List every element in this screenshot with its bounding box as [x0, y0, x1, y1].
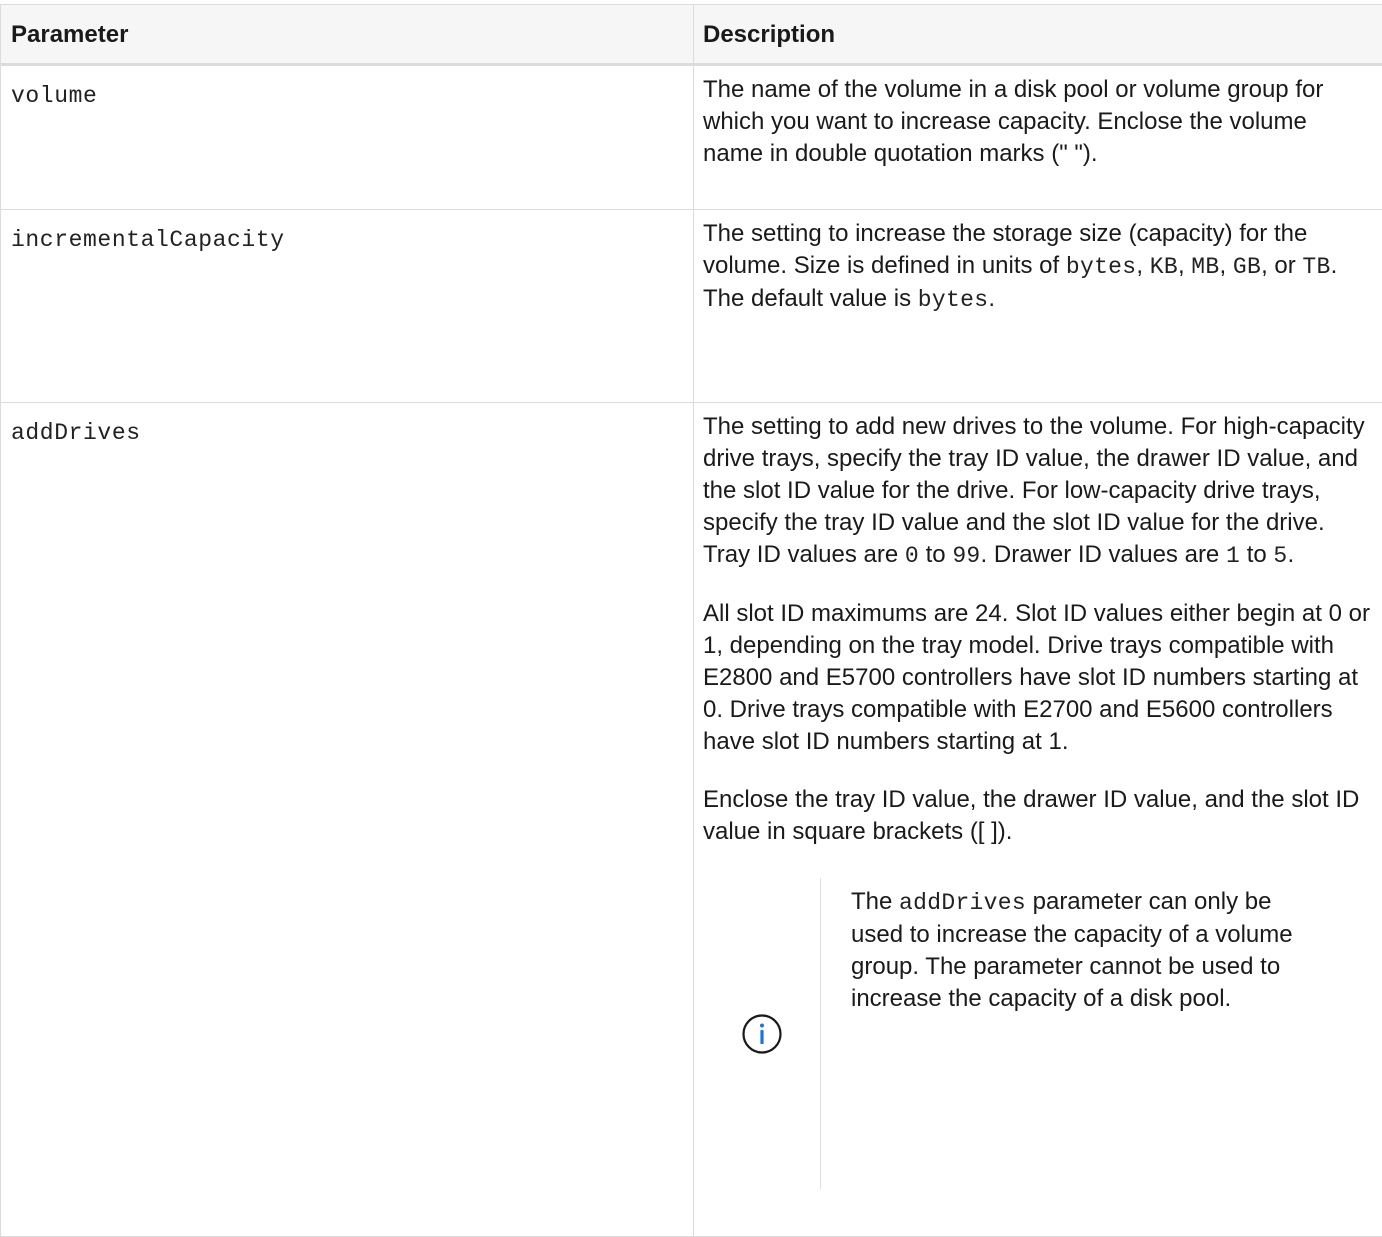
- param-name: volume: [1, 65, 694, 210]
- text-run: , or: [1261, 252, 1302, 279]
- code-bytes: bytes: [1066, 254, 1137, 280]
- text-run: . Drawer ID values are: [981, 541, 1226, 568]
- note-admonition: The addDrives parameter can only be used…: [703, 878, 1372, 1190]
- header-description: Description: [694, 5, 1382, 65]
- text-run: ,: [1136, 252, 1149, 279]
- note-icon-column: [703, 878, 821, 1190]
- table-row: addDrives The setting to add new drives …: [1, 403, 1382, 1237]
- table-row: incrementalCapacity The setting to incre…: [1, 210, 1382, 403]
- text-run: to: [1240, 541, 1273, 568]
- code-default-bytes: bytes: [918, 287, 989, 313]
- code-gb: GB: [1233, 254, 1261, 280]
- header-parameter: Parameter: [1, 5, 694, 65]
- info-icon: [741, 1013, 783, 1055]
- code-tray-max: 99: [952, 543, 980, 569]
- text-run: ,: [1178, 252, 1191, 279]
- code-mb: MB: [1191, 254, 1219, 280]
- text-run: to: [919, 541, 952, 568]
- text-run: .: [988, 285, 995, 312]
- table-header: Parameter Description: [1, 5, 1382, 65]
- code-tb: TB: [1302, 254, 1330, 280]
- description-text: The name of the volume in a disk pool or…: [703, 74, 1372, 170]
- description-paragraph: All slot ID maximums are 24. Slot ID val…: [703, 598, 1372, 758]
- param-name: addDrives: [1, 403, 694, 1237]
- code-tray-min: 0: [905, 543, 919, 569]
- parameter-table: Parameter Description volume The name of…: [0, 4, 1382, 1237]
- text-run: .: [1288, 541, 1295, 568]
- code-drawer-max: 5: [1273, 543, 1287, 569]
- code-kb: KB: [1150, 254, 1178, 280]
- code-adddrives: addDrives: [899, 890, 1026, 916]
- code-drawer-min: 1: [1226, 543, 1240, 569]
- param-description: The setting to add new drives to the vol…: [694, 403, 1382, 1237]
- description-text: The setting to increase the storage size…: [703, 218, 1372, 316]
- note-text: The addDrives parameter can only be used…: [821, 878, 1321, 1190]
- param-description: The name of the volume in a disk pool or…: [694, 65, 1382, 210]
- table-row: volume The name of the volume in a disk …: [1, 65, 1382, 210]
- text-run: ,: [1220, 252, 1233, 279]
- param-description: The setting to increase the storage size…: [694, 210, 1382, 403]
- description-paragraph: Enclose the tray ID value, the drawer ID…: [703, 784, 1372, 848]
- text-run: The: [851, 888, 899, 915]
- param-name: incrementalCapacity: [1, 210, 694, 403]
- description-paragraph: The setting to add new drives to the vol…: [703, 411, 1372, 572]
